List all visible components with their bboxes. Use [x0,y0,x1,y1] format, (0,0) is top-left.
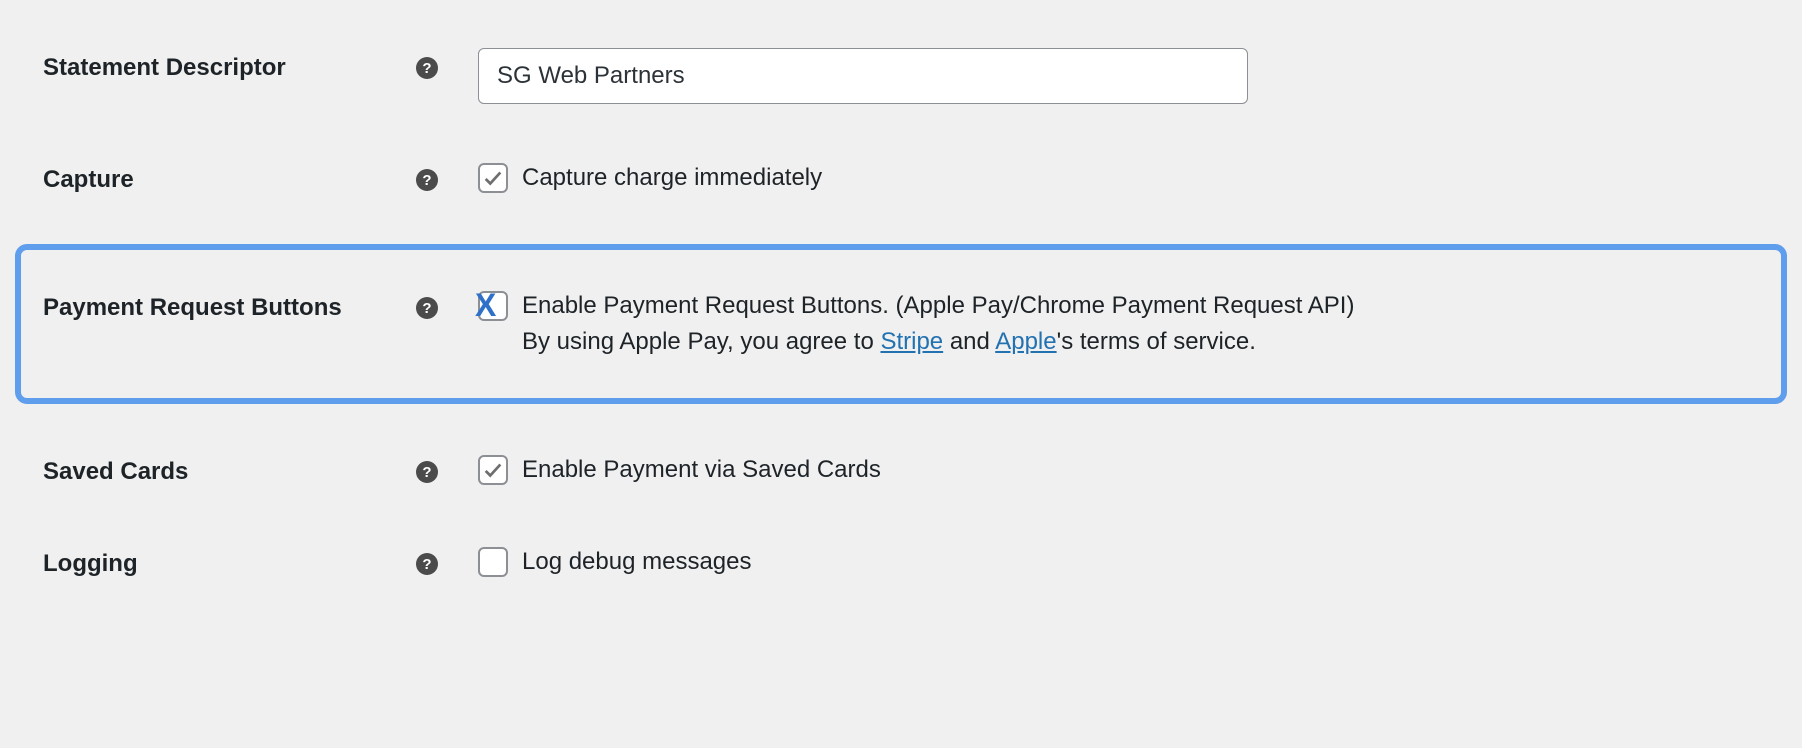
prb-line2-mid: and [943,328,995,355]
saved-cards-checkbox-label: Enable Payment via Saved Cards [522,452,1762,488]
control-col: X Enable Payment Request Buttons. (Apple… [448,288,1756,360]
help-icon[interactable]: ? [416,461,438,483]
statement-descriptor-label: Statement Descriptor [43,54,286,82]
payment-request-description: Enable Payment Request Buttons. (Apple P… [522,288,1756,360]
logging-checkbox[interactable] [478,547,508,577]
checkmark-icon [482,459,504,481]
help-icon[interactable]: ? [416,553,438,575]
saved-cards-checkbox[interactable] [478,455,508,485]
prb-line2-suffix: 's terms of service. [1057,328,1256,355]
capture-label: Capture [43,166,134,194]
prb-line2-prefix: By using Apple Pay, you agree to [522,328,880,355]
payment-request-buttons-label: Payment Request Buttons [43,294,342,322]
row-saved-cards: Saved Cards ? Enable Payment via Saved C… [0,424,1802,516]
help-icon[interactable]: ? [416,169,438,191]
row-capture: Capture ? Capture charge immediately [0,132,1802,224]
label-col: Logging ? [43,544,448,578]
stripe-settings-form: Statement Descriptor ? Capture ? Capture… [0,0,1802,648]
stripe-link[interactable]: Stripe [880,328,943,355]
capture-checkbox[interactable] [478,163,508,193]
row-payment-request-buttons: Payment Request Buttons ? X Enable Payme… [15,244,1787,404]
logging-label: Logging [43,550,138,578]
capture-checkbox-label: Capture charge immediately [522,160,1762,196]
label-col: Capture ? [43,160,448,194]
control-col [448,48,1762,104]
statement-descriptor-input[interactable] [478,48,1248,104]
help-icon[interactable]: ? [416,57,438,79]
payment-request-checkbox[interactable]: X [478,291,508,321]
x-mark-icon: X [475,289,496,321]
control-col: Capture charge immediately [448,160,1762,196]
saved-cards-label: Saved Cards [43,458,188,486]
row-statement-descriptor: Statement Descriptor ? [0,20,1802,132]
control-col: Log debug messages [448,544,1762,580]
checkmark-icon [482,167,504,189]
label-col: Saved Cards ? [43,452,448,486]
apple-link[interactable]: Apple [995,328,1056,355]
label-col: Payment Request Buttons ? [43,288,448,322]
logging-checkbox-label: Log debug messages [522,544,1762,580]
prb-line1: Enable Payment Request Buttons. (Apple P… [522,292,1354,319]
help-icon[interactable]: ? [416,297,438,319]
row-logging: Logging ? Log debug messages [0,516,1802,608]
label-col: Statement Descriptor ? [43,48,448,82]
control-col: Enable Payment via Saved Cards [448,452,1762,488]
